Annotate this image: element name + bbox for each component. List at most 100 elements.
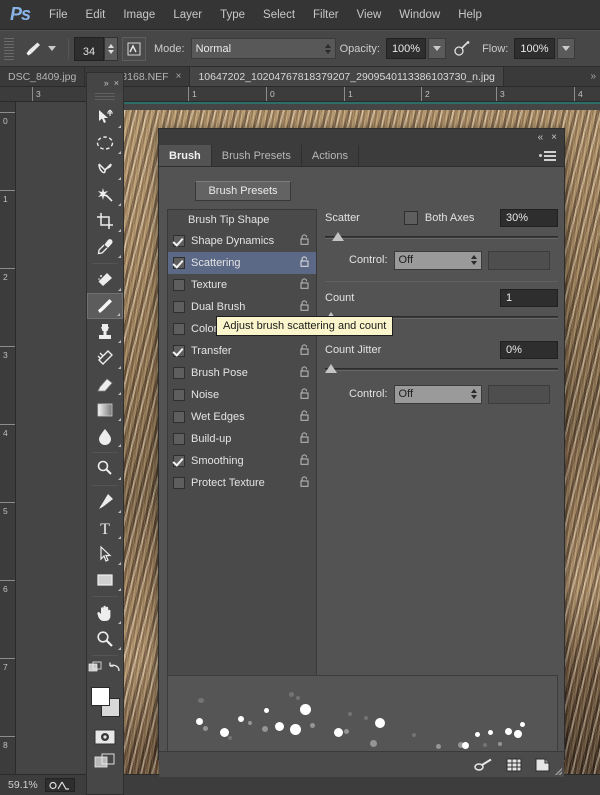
checkbox-wet-edges[interactable] — [173, 411, 185, 423]
opacity-dropdown-icon[interactable] — [428, 38, 446, 59]
toggle-brush-preview-icon[interactable] — [474, 758, 494, 772]
brush-size-value[interactable]: 34 — [74, 37, 104, 61]
lock-icon[interactable] — [300, 232, 309, 250]
close-icon[interactable]: × — [114, 78, 119, 88]
close-icon[interactable]: × — [551, 132, 557, 143]
menu-filter[interactable]: Filter — [304, 0, 348, 30]
lock-icon[interactable] — [300, 474, 309, 492]
vertical-ruler[interactable]: 0 1 2 3 4 5 6 7 8 — [0, 102, 16, 774]
lock-icon[interactable] — [300, 342, 309, 360]
panel-resize-grip[interactable] — [553, 766, 562, 775]
opacity-value[interactable]: 100% — [386, 38, 426, 59]
lock-icon[interactable] — [300, 364, 309, 382]
options-bar-grip[interactable] — [4, 38, 14, 60]
option-brush-pose[interactable]: Brush Pose — [168, 362, 316, 384]
screen-mode-icon[interactable] — [87, 749, 123, 773]
option-transfer[interactable]: Transfer — [168, 340, 316, 362]
option-texture[interactable]: Texture — [168, 274, 316, 296]
brush-tip-shape-header[interactable]: Brush Tip Shape — [168, 210, 316, 230]
lock-icon[interactable] — [300, 452, 309, 470]
lock-icon[interactable] — [300, 254, 309, 272]
collapse-icon[interactable]: » — [104, 78, 109, 88]
menu-image[interactable]: Image — [114, 0, 164, 30]
menu-file[interactable]: File — [40, 0, 77, 30]
checkbox-smoothing[interactable] — [173, 455, 185, 467]
menu-type[interactable]: Type — [211, 0, 254, 30]
menu-select[interactable]: Select — [254, 0, 304, 30]
checkbox-transfer[interactable] — [173, 345, 185, 357]
reset-arrow-icon[interactable] — [106, 661, 122, 680]
foreground-color-swatch[interactable] — [91, 687, 110, 706]
document-tab-3[interactable]: 10647202_10204767818379207_2909540113386… — [190, 67, 503, 86]
checkbox-noise[interactable] — [173, 389, 185, 401]
checkbox-scattering[interactable] — [173, 257, 185, 269]
tab-brush[interactable]: Brush — [159, 145, 212, 166]
checkbox-dual-brush[interactable] — [173, 301, 185, 313]
panel-menu-icon[interactable] — [539, 145, 564, 166]
eraser-tool[interactable] — [87, 371, 123, 397]
option-build-up[interactable]: Build-up — [168, 428, 316, 450]
checkbox-texture[interactable] — [173, 279, 185, 291]
pen-tool[interactable] — [87, 489, 123, 515]
tab-overflow-icon[interactable]: » — [586, 67, 600, 86]
brush-presets-button[interactable]: Brush Presets — [195, 181, 291, 201]
spot-healing-brush-tool[interactable] — [87, 267, 123, 293]
hand-tool[interactable] — [87, 600, 123, 626]
brush-size-stepper[interactable] — [104, 37, 118, 61]
eyedropper-tool[interactable] — [87, 234, 123, 260]
lock-icon[interactable] — [300, 408, 309, 426]
flow-dropdown-icon[interactable] — [557, 38, 575, 59]
option-wet-edges[interactable]: Wet Edges — [168, 406, 316, 428]
menu-window[interactable]: Window — [390, 0, 449, 30]
crop-tool[interactable] — [87, 208, 123, 234]
close-icon[interactable]: × — [176, 71, 182, 82]
checkbox-both-axes[interactable] — [404, 211, 418, 225]
checkbox-build-up[interactable] — [173, 433, 185, 445]
count-value[interactable]: 1 — [500, 289, 558, 307]
count-jitter-slider[interactable] — [325, 363, 558, 377]
quick-mask-icon[interactable] — [87, 725, 123, 749]
tablet-pressure-icon[interactable] — [122, 37, 146, 61]
clone-stamp-tool[interactable] — [87, 319, 123, 345]
dodge-tool[interactable] — [87, 456, 123, 482]
blur-tool[interactable] — [87, 423, 123, 449]
checkbox-brush-pose[interactable] — [173, 367, 185, 379]
lock-icon[interactable] — [300, 430, 309, 448]
menu-help[interactable]: Help — [449, 0, 491, 30]
tools-panel-grip[interactable] — [95, 93, 115, 101]
brush-tool[interactable] — [87, 293, 123, 319]
document-info-icon[interactable] — [45, 778, 75, 792]
rectangle-tool[interactable] — [87, 567, 123, 593]
lock-icon[interactable] — [300, 298, 309, 316]
option-noise[interactable]: Noise — [168, 384, 316, 406]
lock-icon[interactable] — [300, 276, 309, 294]
scatter-slider[interactable] — [325, 231, 558, 245]
airbrush-icon[interactable] — [450, 37, 474, 61]
brush-panel-titlebar[interactable]: « × — [159, 129, 564, 145]
gradient-tool[interactable] — [87, 397, 123, 423]
edit-toolbar-icon[interactable] — [88, 661, 104, 680]
type-tool[interactable]: T — [87, 515, 123, 541]
checkbox-shape-dynamics[interactable] — [173, 235, 185, 247]
option-scattering[interactable]: Scattering — [168, 252, 316, 274]
menu-layer[interactable]: Layer — [164, 0, 211, 30]
menu-edit[interactable]: Edit — [77, 0, 115, 30]
brush-icon[interactable] — [20, 37, 46, 61]
count-jitter-control-select[interactable]: Off — [394, 385, 482, 404]
tab-brush-presets[interactable]: Brush Presets — [212, 145, 302, 166]
checkbox-protect-texture[interactable] — [173, 477, 185, 489]
blend-mode-select[interactable]: Normal — [191, 38, 336, 59]
option-dual-brush[interactable]: Dual Brush — [168, 296, 316, 318]
lock-icon[interactable] — [300, 386, 309, 404]
count-jitter-value[interactable]: 0% — [500, 341, 558, 359]
magic-wand-tool[interactable] — [87, 182, 123, 208]
path-selection-tool[interactable] — [87, 541, 123, 567]
option-shape-dynamics[interactable]: Shape Dynamics — [168, 230, 316, 252]
new-brush-icon[interactable] — [534, 758, 550, 772]
brush-preset-picker-arrow[interactable] — [48, 46, 56, 51]
zoom-level[interactable]: 59.1% — [8, 779, 38, 791]
flow-value[interactable]: 100% — [514, 38, 554, 59]
scatter-value[interactable]: 30% — [500, 209, 558, 227]
checkbox-color-dynamics[interactable] — [173, 323, 185, 335]
option-smoothing[interactable]: Smoothing — [168, 450, 316, 472]
